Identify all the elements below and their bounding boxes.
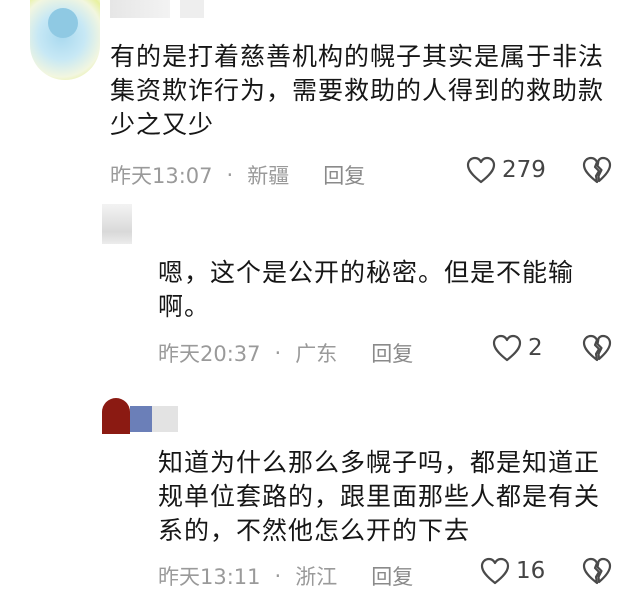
separator-dot: · [274, 564, 282, 588]
avatar[interactable] [102, 204, 132, 244]
dislike-button[interactable] [582, 156, 612, 188]
comment-meta: 昨天13:11 · 浙江 回复 [158, 561, 413, 591]
comment-time: 昨天13:11 [158, 565, 261, 589]
comment-time: 昨天20:37 [158, 342, 261, 366]
comment-text: 嗯，这个是公开的秘密。但是不能输 啊。 [158, 258, 575, 321]
broken-heart-icon [582, 334, 612, 366]
comment-time: 昨天13:07 [110, 164, 213, 188]
comment-location: 广东 [295, 342, 338, 366]
heart-outline-icon [492, 334, 522, 362]
comment-text: 知道为什么那么多幌子吗，都是知道正 规单位套路的，跟里面那些人都是有关 系的，不… [158, 448, 601, 545]
reply-button[interactable]: 回复 [371, 338, 413, 368]
broken-heart-icon [582, 557, 612, 589]
separator-dot: · [274, 341, 282, 365]
comment-location: 浙江 [295, 565, 338, 589]
username-blurred [180, 0, 204, 18]
avatar[interactable] [102, 398, 130, 434]
username-blurred [152, 406, 178, 432]
broken-heart-icon [582, 156, 612, 188]
comment-meta: 昨天13:07 · 新疆 回复 [110, 160, 365, 190]
separator-dot: · [226, 163, 234, 187]
comment-meta: 昨天20:37 · 广东 回复 [158, 338, 413, 368]
username-blurred[interactable] [110, 0, 170, 18]
like-button[interactable]: 2 [492, 334, 543, 362]
heart-outline-icon [466, 156, 496, 184]
reply-button[interactable]: 回复 [323, 160, 365, 190]
like-count: 2 [528, 335, 543, 361]
like-button[interactable]: 16 [480, 557, 545, 585]
username-blurred[interactable] [130, 406, 152, 432]
dislike-button[interactable] [582, 557, 612, 589]
avatar[interactable] [30, 0, 100, 80]
comment-location: 新疆 [247, 164, 290, 188]
heart-outline-icon [480, 557, 510, 585]
like-button[interactable]: 279 [466, 156, 546, 184]
like-count: 16 [516, 558, 546, 584]
reply-button[interactable]: 回复 [371, 561, 413, 591]
dislike-button[interactable] [582, 334, 612, 366]
comment-text: 有的是打着慈善机构的幌子其实是属于非法 集资欺诈行为，需要救助的人得到的救助款 … [110, 42, 605, 139]
like-count: 279 [502, 157, 546, 183]
